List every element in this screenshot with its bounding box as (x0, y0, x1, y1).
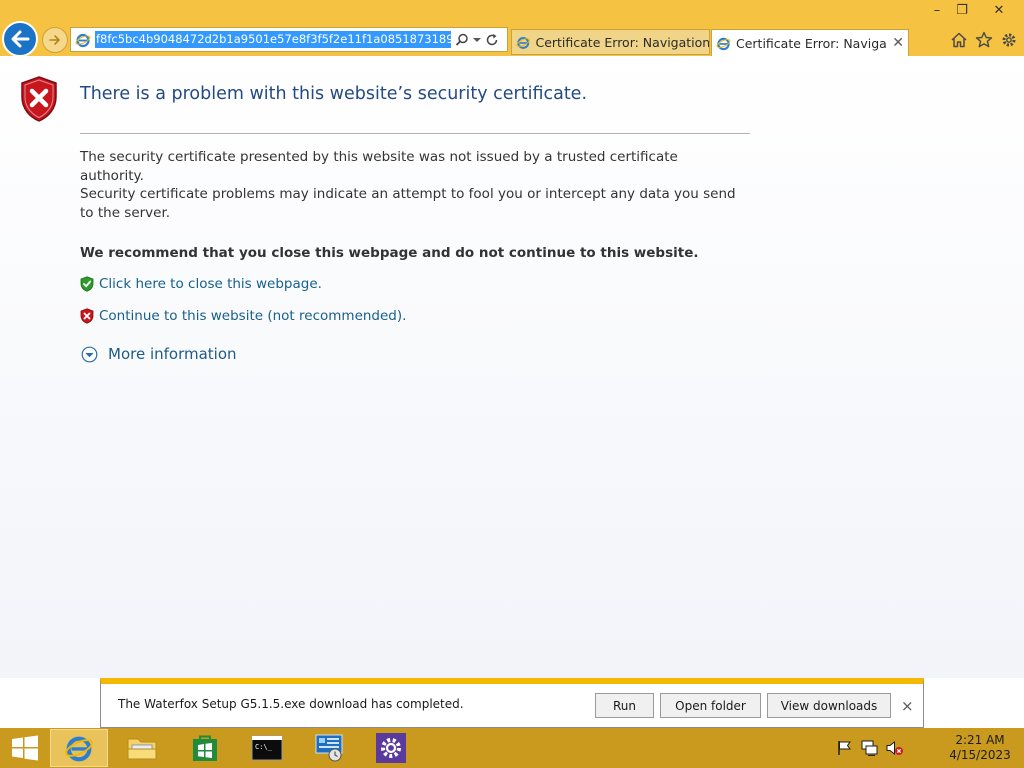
more-information-toggle[interactable]: More information (81, 345, 237, 363)
certificate-authority-text: The security certificate presented by th… (80, 149, 678, 184)
refresh-icon[interactable] (485, 33, 499, 47)
tab-label: Certificate Error: Navigation... (736, 35, 886, 51)
taskbar-store[interactable] (176, 729, 234, 767)
run-button[interactable]: Run (595, 693, 654, 718)
close-tab-icon[interactable]: ✕ (892, 35, 904, 51)
taskbar-settings[interactable] (362, 729, 420, 767)
taskbar: C:\_ 2:21 AM 4/15/2023 (0, 728, 1024, 768)
address-url[interactable]: f8fc5bc4b9048472d2b1a9501e57e8f3f5f2e11f… (95, 31, 451, 48)
page-title: There is a problem with this website’s s… (80, 84, 588, 104)
dropdown-icon[interactable] (472, 35, 482, 45)
close-webpage-link[interactable]: Click here to close this webpage. (99, 276, 322, 292)
download-notification-bar: The Waterfox Setup G5.1.5.exe download h… (100, 678, 924, 728)
folder-icon (127, 738, 157, 760)
green-shield-check-icon (80, 276, 94, 292)
taskbar-command-prompt[interactable]: C:\_ (238, 729, 296, 767)
cmd-prompt-text: C:\_ (255, 743, 273, 751)
tab-certificate-error-2[interactable]: Certificate Error: Navigation... ✕ (711, 29, 909, 56)
forward-arrow-icon (49, 35, 60, 45)
red-shield-x-icon (19, 75, 59, 127)
continue-link-row[interactable]: Continue to this website (not recommende… (80, 308, 406, 324)
clock-time: 2:21 AM (955, 733, 1005, 747)
action-center-flag-icon[interactable] (836, 739, 854, 757)
more-information-link[interactable]: More information (108, 345, 237, 363)
settings-gear-icon (376, 733, 406, 763)
server-manager-icon (315, 734, 343, 762)
ie-icon (65, 736, 93, 762)
windows-logo-icon (12, 735, 38, 761)
red-shield-x-small-icon (80, 308, 94, 324)
tab-certificate-error-1[interactable]: Certificate Error: Navigation Bl... (511, 29, 710, 55)
close-window-button[interactable]: ✕ (984, 0, 1014, 20)
clock-date: 4/15/2023 (949, 748, 1011, 762)
download-complete-message: The Waterfox Setup G5.1.5.exe download h… (118, 697, 464, 711)
favorites-star-icon[interactable] (973, 29, 995, 51)
command-prompt-icon: C:\_ (251, 735, 283, 761)
volume-muted-icon[interactable] (886, 739, 904, 757)
system-clock[interactable]: 2:21 AM 4/15/2023 (940, 733, 1020, 763)
ie-icon (516, 36, 530, 49)
browser-titlebar: – ❐ ✕ f8fc5bc4b9048472d2b1a9501e57e8f3f5… (0, 0, 1024, 57)
ie-icon (71, 32, 95, 48)
forward-button[interactable] (42, 27, 68, 53)
expand-chevron-icon (81, 346, 98, 362)
home-icon[interactable] (948, 29, 970, 51)
close-notification-icon[interactable]: × (901, 697, 914, 715)
back-button[interactable] (2, 21, 38, 57)
restore-button[interactable]: ❐ (947, 0, 977, 20)
view-downloads-button[interactable]: View downloads (767, 693, 891, 718)
start-button[interactable] (5, 733, 45, 763)
divider (80, 133, 750, 134)
address-bar[interactable]: f8fc5bc4b9048472d2b1a9501e57e8f3f5f2e11f… (70, 27, 508, 52)
network-icon[interactable] (861, 739, 879, 757)
search-icon[interactable] (455, 33, 469, 47)
taskbar-server-manager[interactable] (300, 729, 358, 767)
recommendation-text: We recommend that you close this webpage… (80, 245, 699, 261)
taskbar-file-explorer[interactable] (113, 729, 171, 767)
store-icon (193, 735, 217, 761)
settings-gear-icon[interactable] (998, 29, 1020, 51)
close-webpage-link-row[interactable]: Click here to close this webpage. (80, 276, 322, 292)
back-arrow-icon (11, 30, 30, 48)
ie-icon (716, 37, 731, 50)
open-folder-button[interactable]: Open folder (660, 693, 761, 718)
security-warning-text: Security certificate problems may indica… (80, 186, 736, 221)
continue-to-website-link[interactable]: Continue to this website (not recommende… (99, 308, 406, 324)
certificate-error-page: There is a problem with this website’s s… (0, 56, 1024, 678)
taskbar-internet-explorer[interactable] (50, 729, 108, 767)
tab-label: Certificate Error: Navigation Bl... (535, 34, 709, 50)
